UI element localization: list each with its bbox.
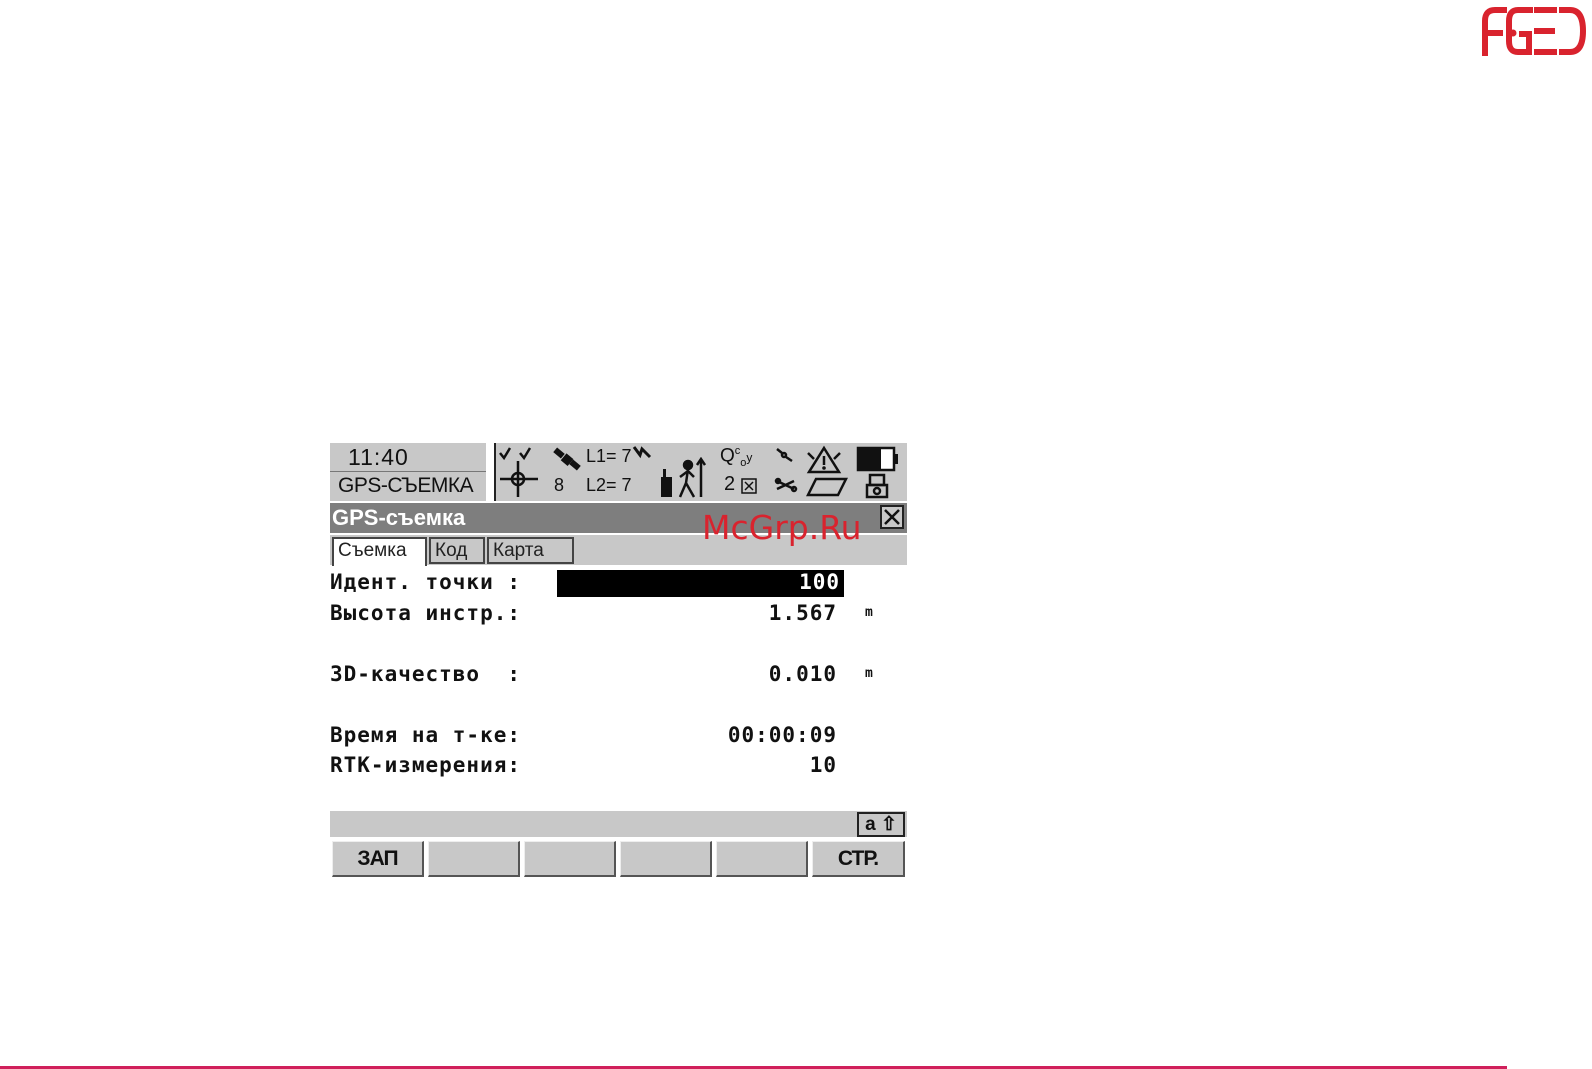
fkey-f2[interactable] <box>428 841 520 877</box>
clock: 11:40 <box>348 444 409 470</box>
close-icon <box>884 509 900 525</box>
memory-icon <box>865 473 889 499</box>
point-id-label: Идент. точки : <box>330 570 522 594</box>
link-icon <box>774 448 798 493</box>
fkey-f1-save[interactable]: ЗАП <box>332 841 424 877</box>
quality-3d-label: 3D-качество : <box>330 662 522 686</box>
input-mode-indicator: a ⇧ <box>857 812 905 837</box>
rtk-row: RTK-измерения: 10 <box>330 753 907 781</box>
tab-code[interactable]: Код <box>429 537 485 564</box>
sat-count: 8 <box>554 475 565 495</box>
satellite-icon <box>553 447 581 471</box>
quality-3d-unit: m <box>865 666 873 681</box>
instr-height-unit: m <box>865 605 873 620</box>
walking-man-icon <box>678 457 706 498</box>
fkey-f4[interactable] <box>620 841 712 877</box>
quality-box-icon <box>741 478 757 494</box>
fkey-f5[interactable] <box>716 841 808 877</box>
quality-value: 2 <box>724 473 736 495</box>
tab-survey[interactable]: Съемка <box>332 537 427 566</box>
rtk-label: RTK-измерения: <box>330 753 522 777</box>
time-on-point-label: Время на т-ке: <box>330 723 522 747</box>
battery-icon <box>856 446 898 472</box>
card-icon <box>806 477 848 497</box>
window-title: GPS-съемка <box>332 505 466 530</box>
app-name: GPS-СЪЕМКА <box>338 474 474 497</box>
fkey-f3[interactable] <box>524 841 616 877</box>
point-id-input[interactable]: 100 <box>557 570 844 597</box>
status-divider <box>330 471 486 472</box>
quality-3d-value: 0.010 <box>768 662 837 686</box>
aged-logo <box>1482 6 1587 56</box>
instr-height-label: Высота инстр.: <box>330 601 522 625</box>
fkey-f6-page[interactable]: СТР. <box>812 841 905 877</box>
tab-map[interactable]: Карта <box>487 537 574 564</box>
warning-icon <box>806 445 842 474</box>
message-bar: a ⇧ <box>330 811 907 837</box>
rtk-value: 10 <box>809 753 837 777</box>
time-on-point-row: Время на т-ке: 00:00:09 <box>330 723 907 751</box>
l2-count: L2= 7 <box>586 475 632 495</box>
watermark: McGrp.Ru <box>702 508 862 547</box>
quality-icon: Qcoy <box>720 445 753 470</box>
antenna-icon <box>661 469 672 497</box>
instr-height-value[interactable]: 1.567 <box>769 601 837 625</box>
status-icons-bar: 8 L1= 7 L2= 7 Qcoy 2 <box>494 443 907 501</box>
point-id-row: Идент. точки : 100 <box>330 570 907 598</box>
l1-count: L1= 7 <box>586 446 632 466</box>
time-on-point-value: 00:00:09 <box>727 723 837 747</box>
close-button[interactable] <box>880 505 904 529</box>
instr-height-row: Высота инстр.: 1.567 m <box>330 601 907 629</box>
crosshair-icon <box>499 447 538 497</box>
signal-icon <box>632 446 652 459</box>
quality-3d-row: 3D-качество : 0.010 m <box>330 662 907 690</box>
status-panel: 11:40 GPS-СЪЕМКА <box>330 443 486 501</box>
